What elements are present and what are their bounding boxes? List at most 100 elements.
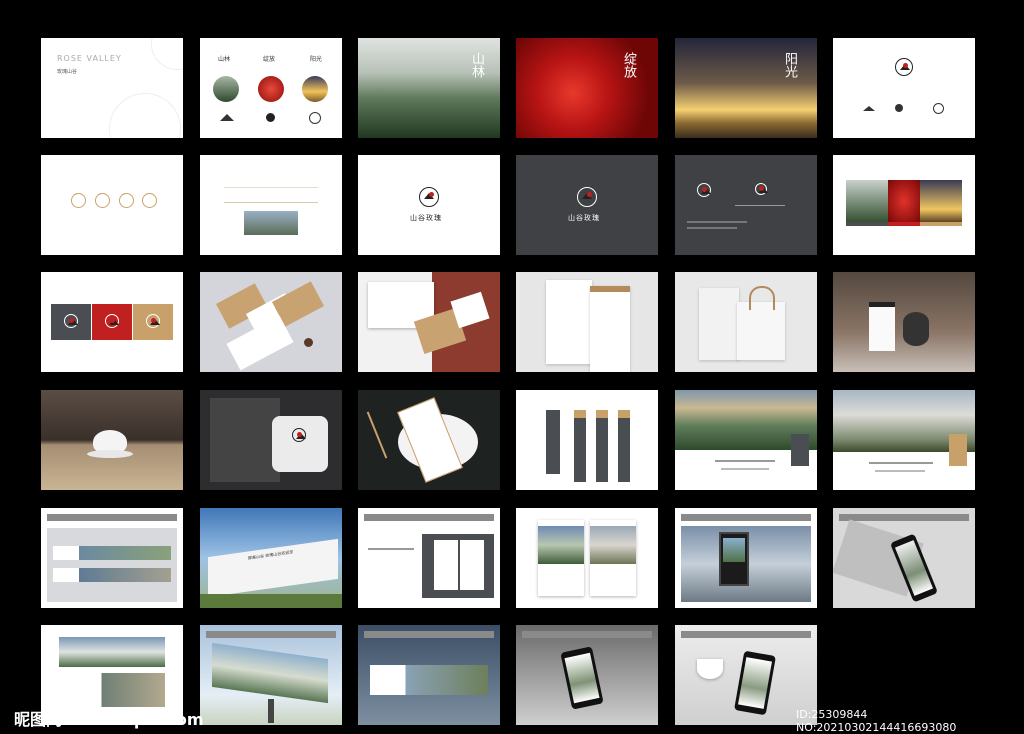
envelope	[590, 286, 630, 372]
folder	[546, 280, 592, 364]
section-header	[206, 631, 336, 638]
logo-seal	[697, 183, 711, 197]
mountain-icon	[863, 106, 875, 111]
section-header	[47, 514, 177, 521]
text-line	[869, 462, 933, 464]
coffee-bean	[304, 338, 313, 347]
slide-concept-circles[interactable]: 山林 绽放 阳光	[200, 38, 342, 138]
sign-post	[546, 410, 560, 474]
slide-envelope[interactable]	[358, 272, 500, 372]
slide-sunlight[interactable]: 阳光	[675, 38, 817, 138]
bag-handle	[749, 286, 775, 310]
text-line	[875, 470, 925, 472]
bag	[737, 302, 785, 360]
mountain-icon	[220, 114, 234, 121]
billboard-pole	[268, 699, 274, 723]
lightbox	[719, 532, 749, 586]
slide-highway-billboard[interactable]	[200, 625, 342, 725]
slide-logo-spec[interactable]	[675, 155, 817, 255]
watermark-text: 昵图网 www.nipic.com	[14, 710, 204, 729]
slide-poster-landscape[interactable]	[675, 390, 817, 490]
slide-menu-card[interactable]	[358, 390, 500, 490]
fabric	[210, 398, 280, 482]
slide-folder[interactable]	[516, 272, 658, 372]
text-line	[721, 468, 769, 470]
slide-fence-banner[interactable]	[41, 508, 183, 608]
logo-seal	[105, 314, 119, 328]
slide-business-cards[interactable]	[200, 272, 342, 372]
section-header	[364, 631, 494, 638]
gray-swatch	[51, 304, 91, 340]
pillow	[272, 416, 328, 472]
forest-circle	[213, 76, 239, 102]
logo-seal	[419, 187, 439, 207]
section-header	[522, 631, 652, 638]
slide-rose[interactable]: 绽放	[516, 38, 658, 138]
slide-coffee-cup[interactable]	[833, 272, 975, 372]
wall-billboard: 醉美山谷 玫瑰山谷欢迎您	[208, 538, 338, 598]
slide-cover[interactable]: ROSE VALLEY 玫瑰山谷	[41, 38, 183, 138]
section-header	[364, 514, 494, 521]
flyer-photo	[590, 526, 636, 564]
slide-color-palette[interactable]	[41, 272, 183, 372]
color-swatch	[846, 222, 888, 226]
red-swatch	[92, 304, 132, 340]
slide-logo-dark[interactable]: 山谷玫瑰	[516, 155, 658, 255]
banner	[53, 546, 171, 560]
slide-building-wrap[interactable]	[358, 625, 500, 725]
brochure-page	[460, 540, 484, 590]
sign-post	[574, 410, 586, 482]
rose-icon	[895, 104, 903, 112]
slide-logo-system[interactable]	[833, 38, 975, 138]
sun-icon	[309, 112, 321, 124]
billboard-headline: 醉美山谷 玫瑰山谷欢迎您	[248, 549, 294, 561]
billboard	[212, 642, 328, 704]
logo-tag	[791, 434, 809, 466]
slide-architecture-line[interactable]	[200, 155, 342, 255]
slide-station-ad[interactable]	[675, 508, 817, 608]
rose-icon	[266, 113, 275, 122]
phone	[734, 650, 776, 716]
slide-shopping-bag[interactable]	[675, 272, 817, 372]
spec-line	[735, 205, 785, 206]
slide-icon-set[interactable]	[41, 155, 183, 255]
section-header	[681, 631, 811, 638]
phone	[560, 646, 604, 710]
slide-flyers[interactable]	[516, 508, 658, 608]
brand-icon	[142, 193, 157, 208]
saucer	[87, 450, 133, 458]
slide-forest[interactable]: 山林	[358, 38, 500, 138]
logo-seal	[292, 428, 306, 442]
logo-seal	[755, 183, 769, 195]
section-header	[681, 514, 811, 521]
slide-label: 绽放	[621, 52, 636, 78]
slide-pillow[interactable]	[200, 390, 342, 490]
spec-line	[687, 227, 737, 229]
slide-wayfinding[interactable]	[516, 390, 658, 490]
brand-icon	[119, 193, 134, 208]
logo-seal	[64, 314, 78, 328]
coffee-cup	[869, 302, 895, 351]
brochure-page	[434, 540, 458, 590]
slide-tea-set[interactable]	[41, 390, 183, 490]
mockup-bg	[47, 528, 177, 602]
slide-logo-white[interactable]: 山谷玫瑰	[358, 155, 500, 255]
coffee-cup	[903, 312, 929, 346]
section-header	[839, 514, 969, 521]
spec-line	[687, 221, 747, 223]
decor-circle	[109, 93, 181, 138]
brand-name: 山谷玫瑰	[410, 214, 442, 222]
cover-subtitle: 玫瑰山谷	[57, 69, 78, 75]
phone-screen	[738, 657, 772, 709]
slide-billboard-wall[interactable]: 醉美山谷 玫瑰山谷欢迎您	[200, 508, 342, 608]
coffee-cup	[697, 659, 723, 679]
rose-photo	[888, 180, 920, 222]
slide-phone-hand[interactable]	[516, 625, 658, 725]
slide-brochure[interactable]	[358, 508, 500, 608]
rose-circle	[258, 76, 284, 102]
slide-color-photos[interactable]	[833, 155, 975, 255]
slide-mobile-mockup[interactable]	[833, 508, 975, 608]
slide-poster-building[interactable]	[833, 390, 975, 490]
brand-icon	[95, 193, 110, 208]
text-line	[368, 548, 414, 550]
